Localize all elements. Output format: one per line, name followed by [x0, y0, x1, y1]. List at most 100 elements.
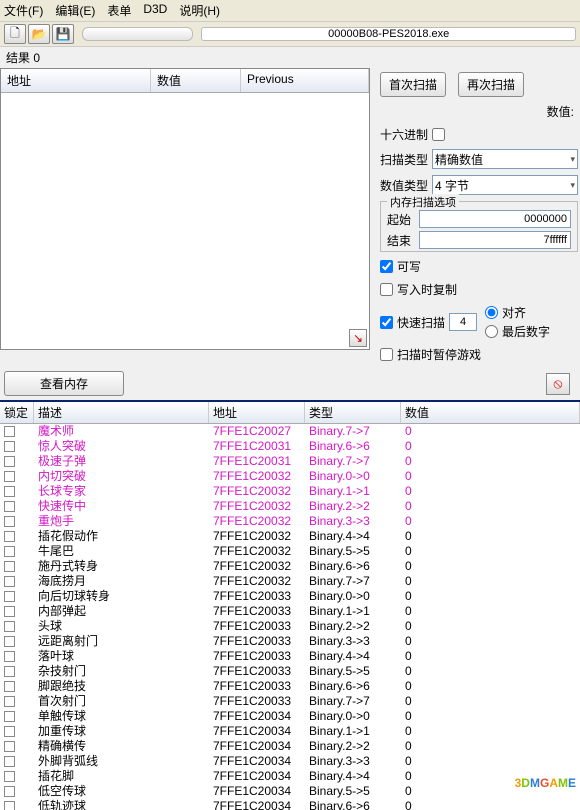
- lock-checkbox[interactable]: [4, 636, 15, 647]
- row-desc: 低轨迹球: [34, 799, 209, 810]
- menu-edit[interactable]: 编辑(E): [55, 2, 95, 19]
- col-val[interactable]: 数值: [401, 402, 580, 423]
- lock-checkbox[interactable]: [4, 501, 15, 512]
- hex-label: 十六进制: [380, 126, 428, 143]
- lock-checkbox[interactable]: [4, 696, 15, 707]
- table-row[interactable]: 施丹式转身7FFE1C20032Binary.6->60: [0, 559, 580, 574]
- disk-icon: 💾: [56, 27, 71, 41]
- lock-checkbox[interactable]: [4, 606, 15, 617]
- table-row[interactable]: 远距离射门7FFE1C20033Binary.3->30: [0, 634, 580, 649]
- lock-checkbox[interactable]: [4, 711, 15, 722]
- lock-checkbox[interactable]: [4, 801, 15, 810]
- lock-checkbox[interactable]: [4, 666, 15, 677]
- row-addr: 7FFE1C20032: [209, 484, 305, 499]
- arrow-button[interactable]: ↘: [349, 329, 367, 347]
- table-row[interactable]: 加重传球7FFE1C20034Binary.1->10: [0, 724, 580, 739]
- new-button[interactable]: 🗋: [4, 24, 26, 44]
- table-row[interactable]: 牛尾巴7FFE1C20032Binary.5->50: [0, 544, 580, 559]
- table-row[interactable]: 内部弹起7FFE1C20033Binary.1->10: [0, 604, 580, 619]
- row-addr: 7FFE1C20033: [209, 604, 305, 619]
- col-desc[interactable]: 描述: [34, 402, 209, 423]
- menu-file[interactable]: 文件(F): [4, 2, 43, 19]
- table-body[interactable]: 魔术师7FFE1C20027Binary.7->70惊人突破7FFE1C2003…: [0, 424, 580, 810]
- lock-checkbox[interactable]: [4, 651, 15, 662]
- col-lock[interactable]: 锁定: [0, 402, 34, 423]
- first-scan-button[interactable]: 首次扫描: [380, 72, 446, 97]
- lock-checkbox[interactable]: [4, 576, 15, 587]
- results-list[interactable]: 地址 数值 Previous ↘: [0, 68, 370, 350]
- menu-help[interactable]: 说明(H): [179, 2, 220, 19]
- save-button[interactable]: 💾: [52, 24, 74, 44]
- cow-checkbox[interactable]: [380, 283, 393, 296]
- table-row[interactable]: 低空传球7FFE1C20034Binary.5->50: [0, 784, 580, 799]
- row-addr: 7FFE1C20034: [209, 799, 305, 810]
- table-row[interactable]: 海底捞月7FFE1C20032Binary.7->70: [0, 574, 580, 589]
- table-row[interactable]: 精确横传7FFE1C20034Binary.2->20: [0, 739, 580, 754]
- table-row[interactable]: 重炮手7FFE1C20032Binary.3->30: [0, 514, 580, 529]
- lock-checkbox[interactable]: [4, 726, 15, 737]
- align-radio[interactable]: [485, 306, 498, 319]
- menu-form[interactable]: 表单: [107, 2, 131, 19]
- col-value[interactable]: 数值: [151, 69, 241, 92]
- table-row[interactable]: 内切突破7FFE1C20032Binary.0->00: [0, 469, 580, 484]
- writable-checkbox[interactable]: [380, 260, 393, 273]
- last-digits-radio[interactable]: [485, 325, 498, 338]
- table-row[interactable]: 插花假动作7FFE1C20032Binary.4->40: [0, 529, 580, 544]
- table-row[interactable]: 外脚背弧线7FFE1C20034Binary.3->30: [0, 754, 580, 769]
- col-addr[interactable]: 地址: [209, 402, 305, 423]
- lock-checkbox[interactable]: [4, 756, 15, 767]
- lock-checkbox[interactable]: [4, 456, 15, 467]
- menu-d3d[interactable]: D3D: [143, 2, 167, 19]
- lock-checkbox[interactable]: [4, 546, 15, 557]
- pause-checkbox[interactable]: [380, 348, 393, 361]
- stop-icon: ⦸: [553, 375, 562, 392]
- scan-type-combo[interactable]: 精确数值: [432, 149, 578, 169]
- value-type-combo[interactable]: 4 字节: [432, 175, 578, 195]
- table-row[interactable]: 落叶球7FFE1C20033Binary.4->40: [0, 649, 580, 664]
- open-button[interactable]: 📂: [28, 24, 50, 44]
- start-input[interactable]: [419, 210, 571, 228]
- lock-checkbox[interactable]: [4, 426, 15, 437]
- table-row[interactable]: 杂技射门7FFE1C20033Binary.5->50: [0, 664, 580, 679]
- col-address[interactable]: 地址: [1, 69, 151, 92]
- lock-checkbox[interactable]: [4, 471, 15, 482]
- col-type[interactable]: 类型: [305, 402, 401, 423]
- table-row[interactable]: 头球7FFE1C20033Binary.2->20: [0, 619, 580, 634]
- lock-checkbox[interactable]: [4, 681, 15, 692]
- row-addr: 7FFE1C20033: [209, 694, 305, 709]
- table-row[interactable]: 低轨迹球7FFE1C20034Binary.6->60: [0, 799, 580, 810]
- table-row[interactable]: 快速传中7FFE1C20032Binary.2->20: [0, 499, 580, 514]
- lock-checkbox[interactable]: [4, 771, 15, 782]
- table-row[interactable]: 脚跟绝技7FFE1C20033Binary.6->60: [0, 679, 580, 694]
- row-desc: 长球专家: [34, 484, 209, 499]
- table-row[interactable]: 向后切球转身7FFE1C20033Binary.0->00: [0, 589, 580, 604]
- table-row[interactable]: 魔术师7FFE1C20027Binary.7->70: [0, 424, 580, 439]
- table-row[interactable]: 首次射门7FFE1C20033Binary.7->70: [0, 694, 580, 709]
- fast-scan-input[interactable]: [449, 313, 477, 331]
- stop-button[interactable]: ⦸: [546, 373, 570, 395]
- stop-input[interactable]: [419, 231, 571, 249]
- next-scan-button[interactable]: 再次扫描: [458, 72, 524, 97]
- lock-checkbox[interactable]: [4, 486, 15, 497]
- table-row[interactable]: 惊人突破7FFE1C20031Binary.6->60: [0, 439, 580, 454]
- table-row[interactable]: 单触传球7FFE1C20034Binary.0->00: [0, 709, 580, 724]
- row-type: Binary.6->6: [305, 799, 401, 810]
- row-type: Binary.5->5: [305, 784, 401, 799]
- row-desc: 加重传球: [34, 724, 209, 739]
- lock-checkbox[interactable]: [4, 621, 15, 632]
- table-row[interactable]: 极速子弹7FFE1C20031Binary.7->70: [0, 454, 580, 469]
- table-row[interactable]: 长球专家7FFE1C20032Binary.1->10: [0, 484, 580, 499]
- lock-checkbox[interactable]: [4, 561, 15, 572]
- fast-scan-checkbox[interactable]: [380, 316, 393, 329]
- lock-checkbox[interactable]: [4, 531, 15, 542]
- hex-checkbox[interactable]: [432, 128, 445, 141]
- table-row[interactable]: 插花脚7FFE1C20034Binary.4->40: [0, 769, 580, 784]
- row-desc: 重炮手: [34, 514, 209, 529]
- lock-checkbox[interactable]: [4, 516, 15, 527]
- col-prev[interactable]: Previous: [241, 69, 369, 92]
- lock-checkbox[interactable]: [4, 591, 15, 602]
- view-memory-button[interactable]: 查看内存: [4, 371, 124, 396]
- lock-checkbox[interactable]: [4, 786, 15, 797]
- lock-checkbox[interactable]: [4, 441, 15, 452]
- lock-checkbox[interactable]: [4, 741, 15, 752]
